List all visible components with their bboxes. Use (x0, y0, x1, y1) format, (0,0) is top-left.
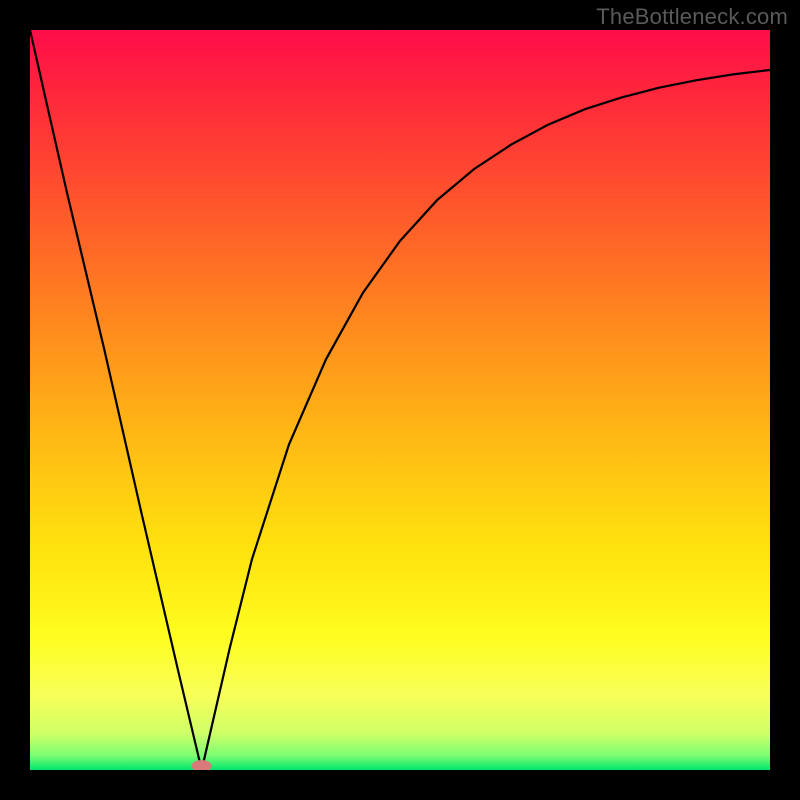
attribution-text: TheBottleneck.com (596, 4, 788, 30)
bottleneck-curve (30, 30, 770, 770)
minimum-marker (192, 760, 212, 770)
chart-frame: TheBottleneck.com (0, 0, 800, 800)
curve-svg (30, 30, 770, 770)
plot-area (30, 30, 770, 770)
